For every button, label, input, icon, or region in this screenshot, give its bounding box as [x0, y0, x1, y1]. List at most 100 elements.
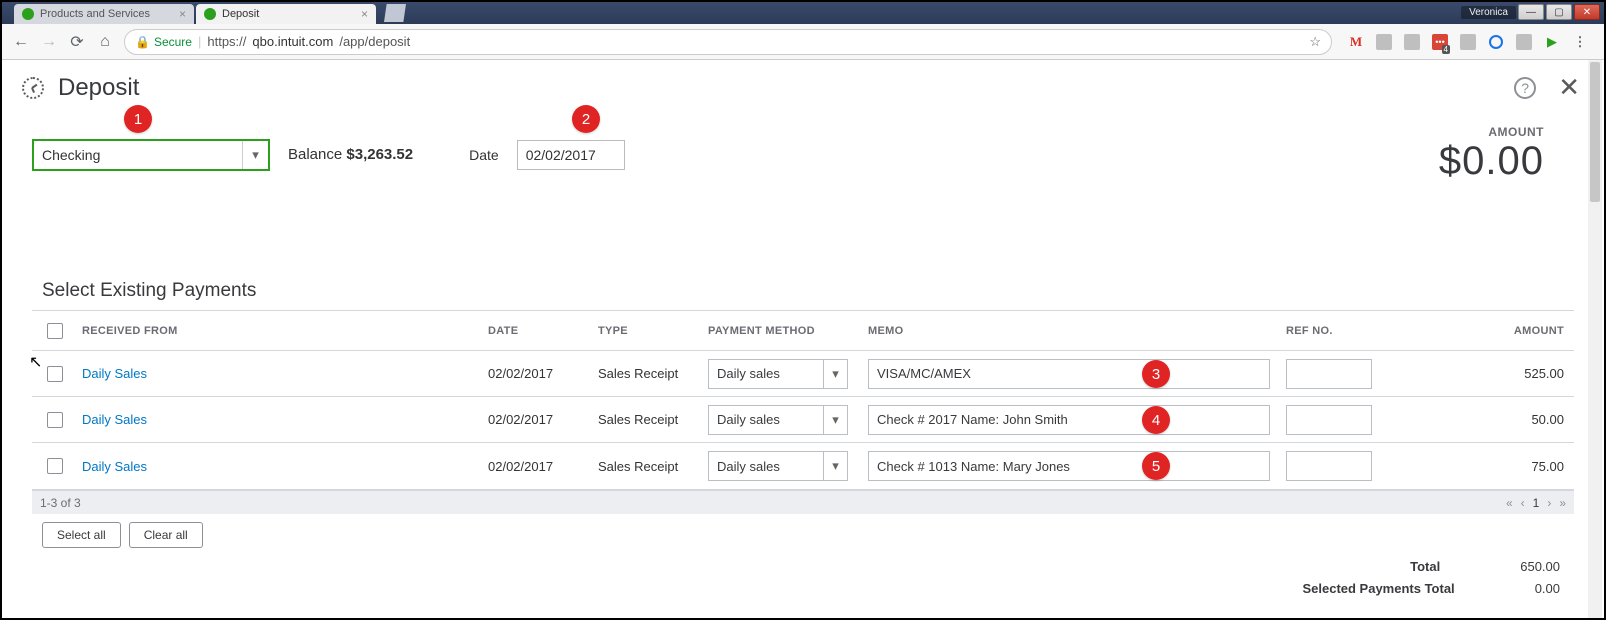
- col-amount: AMOUNT: [1396, 325, 1574, 337]
- col-date: DATE: [488, 325, 598, 337]
- tab-title: Deposit: [222, 8, 259, 20]
- window-maximize-button[interactable]: ▢: [1546, 4, 1572, 20]
- amount-value: $0.00: [1439, 139, 1544, 184]
- lock-icon: 🔒 Secure: [135, 35, 192, 49]
- row-checkbox[interactable]: [47, 412, 63, 428]
- row-type: Sales Receipt: [598, 412, 708, 427]
- home-button[interactable]: ⌂: [96, 33, 114, 51]
- page-header: Deposit ? ✕: [2, 60, 1604, 107]
- totals-block: Total 650.00 Selected Payments Total 0.0…: [1302, 556, 1560, 600]
- url-host: qbo.intuit.com: [252, 34, 333, 49]
- table-actions: Select all Clear all: [42, 522, 1574, 548]
- nav-forward-button[interactable]: →: [40, 33, 58, 51]
- select-all-button[interactable]: Select all: [42, 522, 121, 548]
- ref-input[interactable]: [1286, 451, 1372, 481]
- scrollbar-thumb[interactable]: [1590, 62, 1600, 202]
- pager-prev-icon[interactable]: ‹: [1521, 496, 1525, 510]
- tab-title: Products and Services: [40, 8, 150, 20]
- amount-display: AMOUNT $0.00: [1439, 125, 1574, 184]
- payment-method-select[interactable]: Daily sales ▾: [708, 405, 848, 435]
- select-all-checkbox[interactable]: [47, 323, 63, 339]
- memo-input[interactable]: VISA/MC/AMEX: [868, 359, 1270, 389]
- pager: « ‹ 1 › »: [1506, 496, 1566, 510]
- received-from-link[interactable]: Daily Sales: [78, 412, 488, 427]
- nav-back-button[interactable]: ←: [12, 33, 30, 51]
- row-type: Sales Receipt: [598, 366, 708, 381]
- row-date: 02/02/2017: [488, 412, 598, 427]
- pager-last-icon[interactable]: »: [1559, 496, 1566, 510]
- account-input[interactable]: [34, 147, 242, 163]
- account-dropdown[interactable]: ▾: [32, 139, 270, 171]
- chevron-down-icon[interactable]: ▾: [823, 406, 847, 434]
- ref-input[interactable]: [1286, 405, 1372, 435]
- selected-total-label: Selected Payments Total: [1302, 578, 1454, 600]
- app-content: Deposit ? ✕ ▾ Balance $3,263.52 Date 02/…: [2, 60, 1604, 618]
- browser-tab-products[interactable]: Products and Services ×: [14, 4, 194, 24]
- ref-input[interactable]: [1286, 359, 1372, 389]
- vertical-scrollbar[interactable]: [1588, 60, 1602, 618]
- chrome-menu-icon[interactable]: ⋮: [1572, 34, 1588, 50]
- row-checkbox[interactable]: [47, 366, 63, 382]
- help-icon[interactable]: ?: [1514, 77, 1536, 99]
- chrome-user-badge[interactable]: Veronica: [1461, 6, 1516, 19]
- extension-icon[interactable]: [1489, 35, 1503, 49]
- balance-value: $3,263.52: [346, 146, 413, 163]
- row-checkbox[interactable]: [47, 458, 63, 474]
- pager-next-icon[interactable]: ›: [1547, 496, 1551, 510]
- callout-badge-1: 1: [124, 105, 152, 133]
- extension-icon[interactable]: [1516, 34, 1532, 50]
- extension-icon[interactable]: [1376, 34, 1392, 50]
- chevron-down-icon[interactable]: ▾: [823, 452, 847, 480]
- memo-input[interactable]: Check # 1013 Name: Mary Jones: [868, 451, 1270, 481]
- close-icon[interactable]: ×: [179, 7, 186, 21]
- payments-table: RECEIVED FROM DATE TYPE PAYMENT METHOD M…: [32, 310, 1574, 490]
- clear-all-button[interactable]: Clear all: [129, 522, 203, 548]
- received-from-link[interactable]: Daily Sales: [78, 459, 488, 474]
- total-label: Total: [1410, 556, 1440, 578]
- date-label: Date: [469, 147, 499, 163]
- pager-range: 1-3 of 3: [40, 496, 81, 510]
- row-amount: 525.00: [1396, 366, 1574, 381]
- date-input[interactable]: 02/02/2017: [517, 140, 625, 170]
- chevron-down-icon[interactable]: ▾: [823, 360, 847, 388]
- row-amount: 75.00: [1396, 459, 1574, 474]
- row-type: Sales Receipt: [598, 459, 708, 474]
- browser-tab-strip: Products and Services × Deposit × Veroni…: [2, 2, 1604, 24]
- new-tab-button[interactable]: [384, 4, 406, 22]
- extension-icon[interactable]: ▶: [1544, 34, 1560, 50]
- reload-button[interactable]: ⟳: [68, 33, 86, 51]
- col-received-from: RECEIVED FROM: [78, 325, 488, 337]
- close-icon[interactable]: ✕: [1558, 72, 1580, 103]
- close-icon[interactable]: ×: [361, 7, 368, 21]
- col-payment-method: PAYMENT METHOD: [708, 325, 868, 337]
- bookmark-star-icon[interactable]: ☆: [1309, 34, 1321, 50]
- history-icon[interactable]: [22, 77, 44, 99]
- chevron-down-icon[interactable]: ▾: [242, 141, 268, 169]
- page-title: Deposit: [58, 74, 139, 102]
- memo-input[interactable]: Check # 2017 Name: John Smith: [868, 405, 1270, 435]
- gmail-icon[interactable]: M: [1348, 34, 1364, 50]
- table-row: Daily Sales 02/02/2017 Sales Receipt Dai…: [32, 397, 1574, 443]
- qbo-favicon: [204, 8, 216, 20]
- callout-badge-4: 4: [1142, 406, 1170, 434]
- browser-toolbar: ← → ⟳ ⌂ 🔒 Secure | https://qbo.intuit.co…: [2, 24, 1604, 60]
- window-close-button[interactable]: ✕: [1574, 4, 1600, 20]
- extension-icon[interactable]: [1404, 34, 1420, 50]
- section-title: Select Existing Payments: [2, 184, 1604, 310]
- extension-icon[interactable]: [1460, 34, 1476, 50]
- lastpass-icon[interactable]: •••: [1432, 34, 1448, 50]
- table-row: Daily Sales 02/02/2017 Sales Receipt Dai…: [32, 443, 1574, 489]
- window-minimize-button[interactable]: —: [1518, 4, 1544, 20]
- callout-badge-2: 2: [572, 105, 600, 133]
- total-value: 650.00: [1520, 556, 1560, 578]
- row-date: 02/02/2017: [488, 459, 598, 474]
- extension-icons: M ••• ▶ ⋮: [1342, 34, 1594, 50]
- received-from-link[interactable]: Daily Sales: [78, 366, 488, 381]
- payment-method-select[interactable]: Daily sales ▾: [708, 451, 848, 481]
- payment-method-select[interactable]: Daily sales ▾: [708, 359, 848, 389]
- col-memo: MEMO: [868, 325, 1286, 337]
- pager-first-icon[interactable]: «: [1506, 496, 1513, 510]
- address-bar[interactable]: 🔒 Secure | https://qbo.intuit.com/app/de…: [124, 29, 1332, 55]
- browser-tab-deposit[interactable]: Deposit ×: [196, 4, 376, 24]
- qbo-favicon: [22, 8, 34, 20]
